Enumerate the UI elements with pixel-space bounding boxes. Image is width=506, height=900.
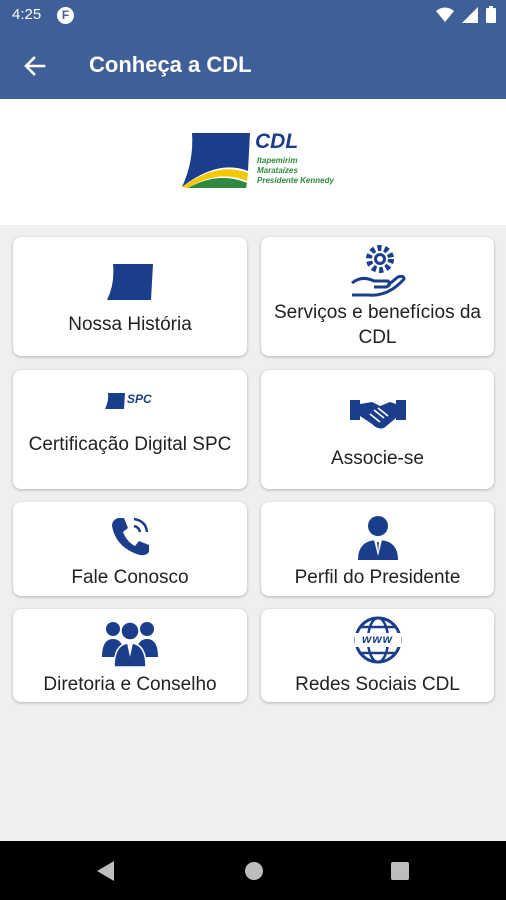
- menu-card-label: Perfil do Presidente: [294, 567, 461, 588]
- app-bar: Conheça a CDL: [0, 32, 506, 99]
- group-icon: [102, 621, 158, 667]
- spc-flag-icon: [105, 393, 125, 409]
- menu-card-perfil-presidente[interactable]: Perfil do Presidente: [261, 502, 494, 596]
- battery-icon: [486, 6, 496, 23]
- cdl-logo: CDL Itapemirim Marataízes Presidente Ken…: [178, 129, 338, 193]
- menu-card-label: Nossa História: [68, 314, 192, 335]
- logo-line-1: Itapemirim: [257, 156, 298, 165]
- status-bar: 4:25 F: [0, 0, 506, 32]
- globe-icon: www: [353, 615, 403, 665]
- gear-hand-icon: [350, 245, 406, 297]
- globe-www-text: www: [361, 632, 393, 646]
- back-arrow-icon[interactable]: [20, 51, 50, 81]
- menu-card-label: Associe-se: [331, 448, 424, 469]
- logo-line-2: Marataízes: [257, 166, 298, 175]
- spc-logo-text: SPC: [127, 392, 152, 406]
- system-nav-bar: [0, 841, 506, 900]
- page-title: Conheça a CDL: [89, 52, 252, 77]
- menu-card-label: Serviços e benefícios da CDL: [273, 302, 481, 348]
- menu-card-label: Certificação Digital SPC: [28, 434, 232, 455]
- nav-home-icon[interactable]: [244, 861, 264, 881]
- logo-banner: CDL Itapemirim Marataízes Presidente Ken…: [0, 99, 506, 225]
- cdl-flag-icon: [182, 133, 250, 188]
- menu-card-diretoria[interactable]: Diretoria e Conselho: [13, 609, 247, 702]
- menu-card-redes-sociais[interactable]: www Redes Sociais CDL: [261, 609, 494, 702]
- menu-card-label: Diretoria e Conselho: [43, 674, 217, 695]
- nav-recents-icon[interactable]: [391, 862, 409, 880]
- menu-card-label: Redes Sociais CDL: [295, 674, 460, 695]
- system-icons: [436, 6, 496, 23]
- person-icon: [357, 516, 398, 560]
- logo-brand: CDL: [255, 130, 299, 153]
- spc-logo-icon: SPC: [104, 390, 156, 414]
- menu-card-fale-conosco[interactable]: Fale Conosco: [13, 502, 247, 596]
- notification-icon: F: [57, 7, 74, 24]
- nav-back-icon[interactable]: [97, 861, 115, 881]
- menu-card-servicos[interactable]: Serviços e benefícios da CDL: [261, 237, 494, 356]
- wifi-icon: [436, 7, 454, 22]
- menu-card-label: Fale Conosco: [71, 567, 189, 588]
- menu-card-certificacao[interactable]: SPC Certificação Digital SPC: [13, 370, 247, 489]
- menu-card-nossa-historia[interactable]: Nossa História: [13, 237, 247, 356]
- logo-line-3: Presidente Kennedy: [257, 176, 334, 185]
- signal-icon: [462, 6, 478, 23]
- menu-card-associe-se[interactable]: Associe-se: [261, 370, 494, 489]
- status-time: 4:25: [12, 6, 42, 23]
- phone-icon: [112, 517, 149, 556]
- book-icon: [107, 264, 153, 300]
- handshake-icon: [349, 400, 406, 429]
